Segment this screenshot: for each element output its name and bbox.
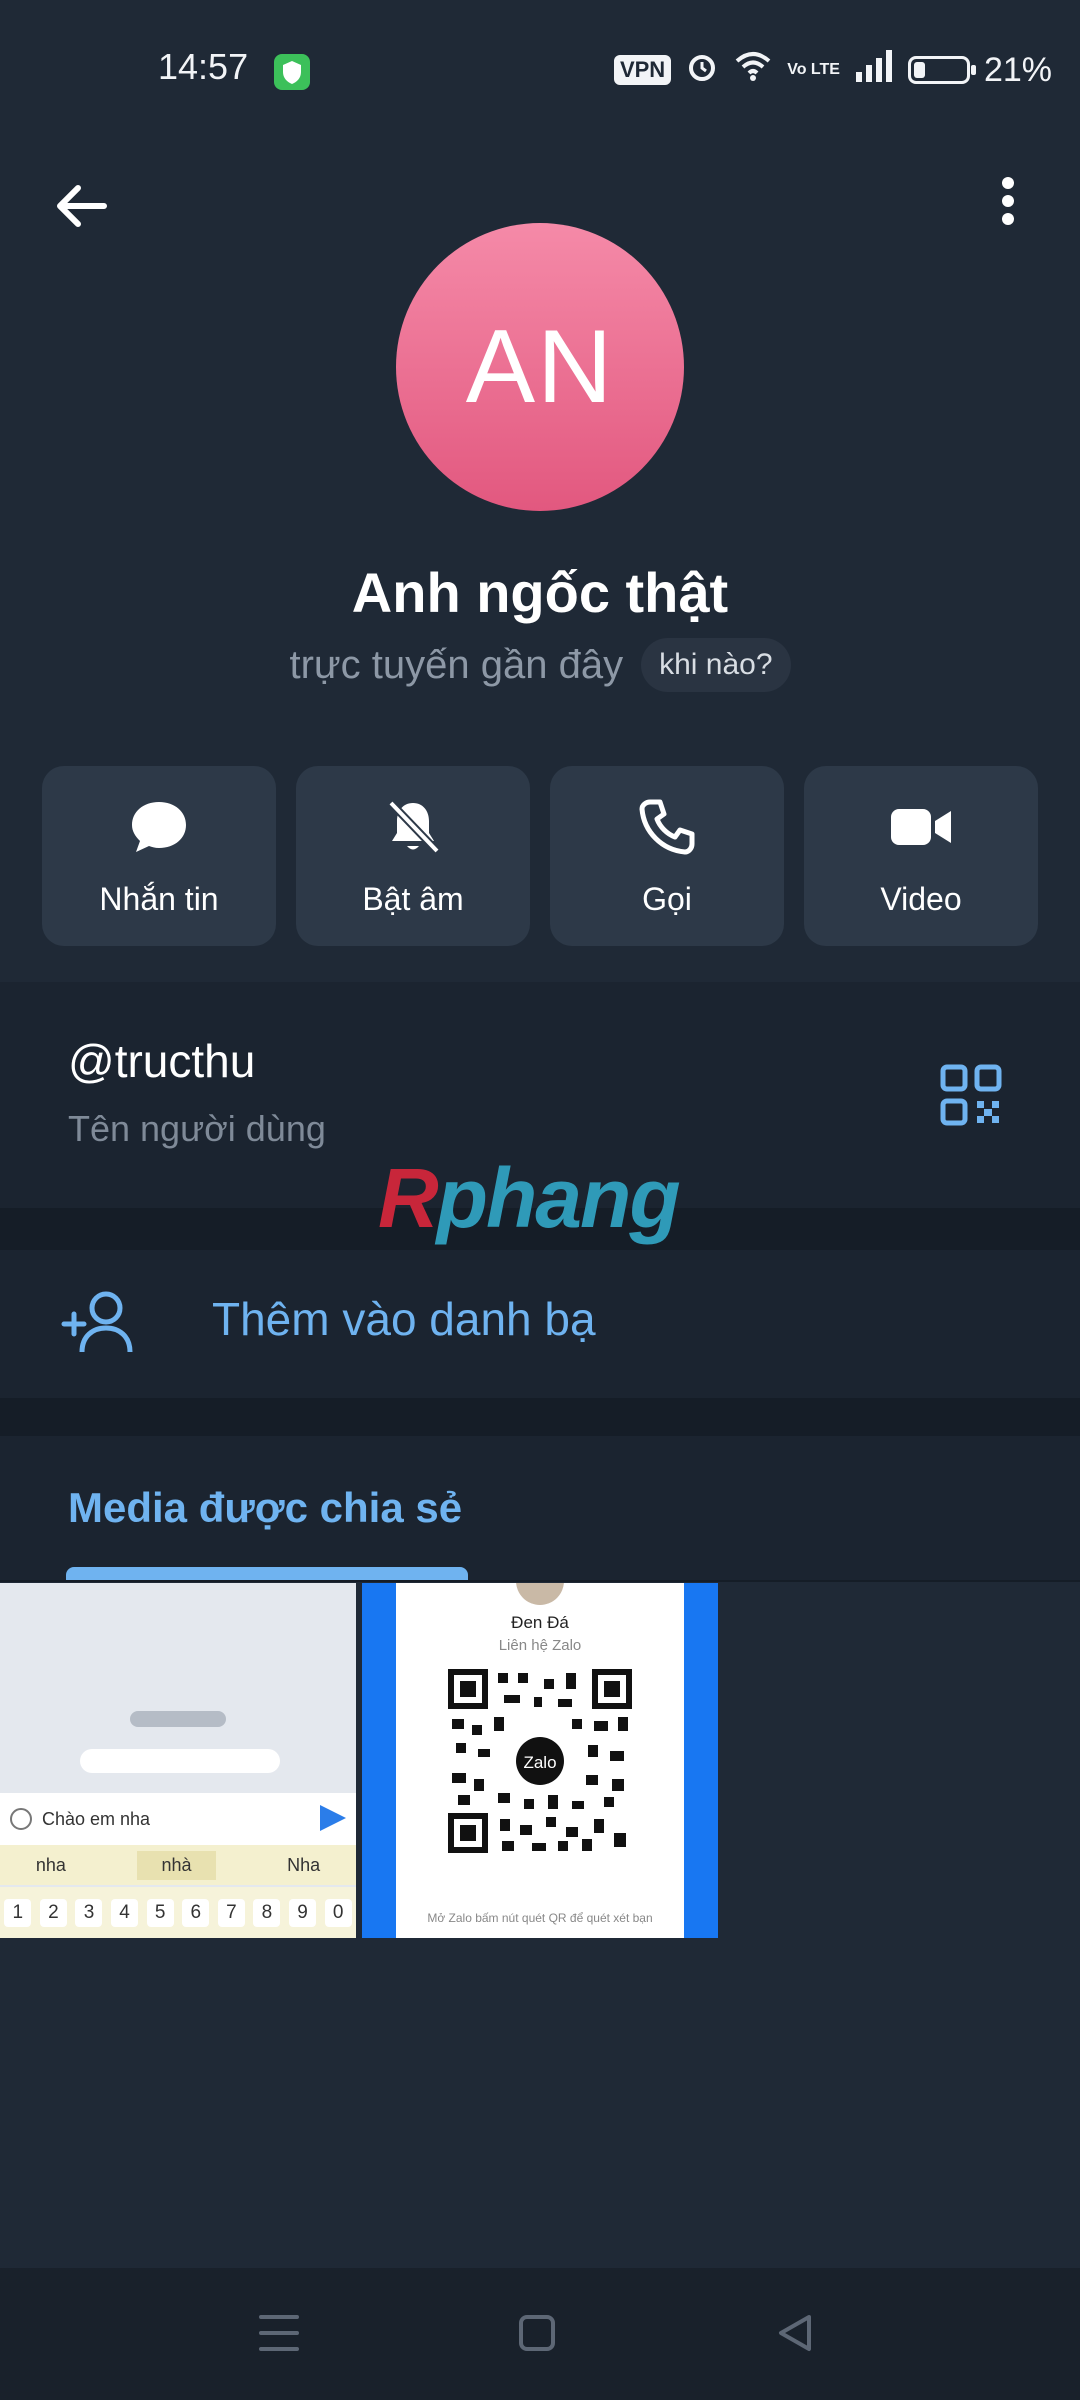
keyboard-suggestions: nha nhà Nha	[0, 1845, 356, 1885]
more-options-button[interactable]	[970, 166, 1050, 246]
battery-icon	[907, 56, 976, 84]
key: 8	[253, 1898, 281, 1927]
add-contact-label[interactable]: Thêm vào danh bạ	[212, 1292, 596, 1346]
key: 2	[39, 1898, 67, 1927]
vpn-badge: VPN	[613, 55, 672, 85]
suggestion: nhà	[137, 1850, 216, 1880]
triangle-back-icon	[775, 2313, 815, 2358]
home-button[interactable]	[502, 2300, 572, 2370]
back-button[interactable]	[44, 166, 124, 246]
chat-icon	[127, 795, 191, 859]
avatar[interactable]: AN	[396, 223, 684, 511]
last-seen-text: trực tuyến gần đây	[289, 642, 624, 687]
username-value[interactable]: @tructhu	[68, 1034, 255, 1088]
call-label: Gọi	[642, 880, 692, 917]
tab-indicator	[66, 1567, 468, 1581]
qr-instructions: Mở Zalo bấm nút quét QR để quét xét bạn	[427, 1911, 653, 1925]
input-text: Chào em nha	[42, 1808, 151, 1829]
key: 3	[75, 1898, 103, 1927]
chat-input-preview: Chào em nha	[0, 1793, 356, 1845]
number-row: 1 2 3 4 5 6 7 8 9 0	[0, 1887, 356, 1938]
section-divider	[0, 1398, 1080, 1436]
svg-text:Zalo: Zalo	[523, 1753, 556, 1772]
unmute-button[interactable]: Bật âm	[296, 766, 530, 946]
when-button[interactable]: khi nào?	[641, 638, 791, 692]
date-pill	[130, 1711, 226, 1727]
presence-row: trực tuyến gần đây khi nào?	[0, 638, 1080, 692]
watermark-logo: Rphang	[378, 1151, 681, 1245]
back-nav-button[interactable]	[760, 2300, 830, 2370]
square-icon	[517, 2313, 557, 2358]
video-label: Video	[880, 880, 962, 917]
key: 0	[324, 1898, 352, 1927]
message-bubble	[80, 1749, 280, 1773]
wifi-icon	[733, 49, 773, 92]
tab-shared-media[interactable]: Media được chia sẻ	[68, 1484, 462, 1532]
status-icons: VPN Vo LTE 21%	[613, 46, 1052, 94]
emoji-icon	[10, 1808, 32, 1830]
battery-percent: 21%	[983, 50, 1052, 89]
menu-lines-icon	[257, 2313, 301, 2358]
username-label: Tên người dùng	[68, 1108, 326, 1149]
recent-apps-button[interactable]	[244, 2300, 314, 2370]
profile-name: Anh ngốc thật	[351, 561, 729, 624]
shield-icon	[274, 54, 310, 90]
key: 1	[4, 1898, 32, 1927]
video-button[interactable]: Video	[804, 766, 1038, 946]
tab-divider	[0, 1580, 1080, 1582]
contact-subtitle: Liên hệ Zalo	[498, 1637, 582, 1654]
key: 6	[182, 1898, 210, 1927]
key: 4	[111, 1898, 139, 1927]
more-vertical-icon	[970, 177, 1050, 250]
signal-icon	[854, 49, 894, 91]
video-camera-icon	[889, 795, 953, 859]
arrow-left-icon	[44, 185, 124, 250]
bell-off-icon	[381, 795, 445, 859]
send-icon	[320, 1805, 346, 1831]
call-button[interactable]: Gọi	[550, 766, 784, 946]
action-bar: Nhắn tin Bật âm Gọi Video	[42, 766, 1038, 946]
alarm-icon	[685, 49, 719, 92]
media-thumbnail[interactable]: Chào em nha nha nhà Nha 1 2 3 4 5 6 7 8 …	[0, 1583, 356, 1938]
key: 7	[217, 1898, 245, 1927]
suggestion: Nha	[287, 1854, 321, 1875]
status-time: 14:57	[158, 46, 249, 87]
key: 5	[146, 1898, 174, 1927]
add-user-icon	[60, 1284, 140, 1364]
phone-icon	[635, 795, 699, 859]
contact-name: Đen Đá	[511, 1613, 569, 1632]
volte-indicator: Vo LTE	[787, 61, 840, 78]
unmute-label: Bật âm	[362, 880, 464, 917]
qr-code-image: Zalo	[448, 1669, 632, 1853]
key: 9	[289, 1898, 317, 1927]
message-button[interactable]: Nhắn tin	[42, 766, 276, 946]
media-thumbnail[interactable]: Đen Đá Liên hệ Zalo Zalo Mở Zalo bấm nút…	[362, 1583, 718, 1938]
suggestion: nha	[35, 1854, 66, 1875]
message-label: Nhắn tin	[99, 880, 219, 917]
contact-avatar	[516, 1583, 564, 1605]
qr-code-icon[interactable]	[940, 1064, 1002, 1126]
